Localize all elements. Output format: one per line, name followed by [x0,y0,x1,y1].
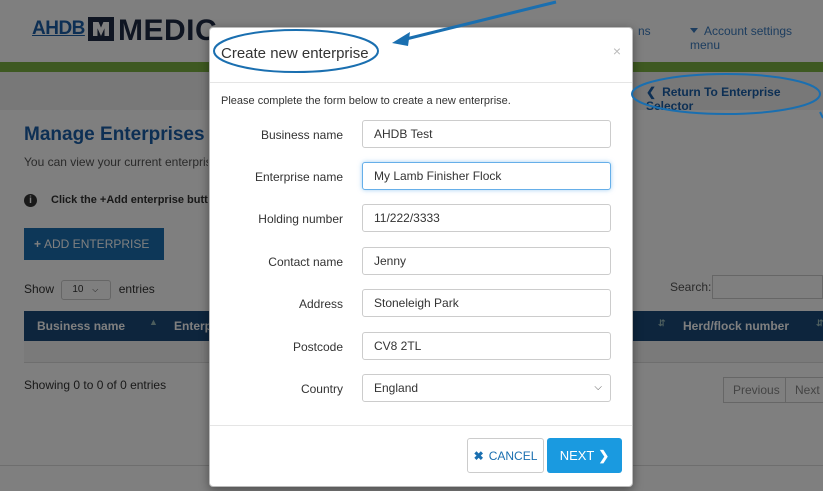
next-button[interactable]: NEXT ❯ [547,438,622,473]
country-label: Country [300,382,343,396]
business-name-input[interactable]: AHDB Test [362,120,611,148]
chevron-right-icon: ❯ [598,447,610,463]
country-value: England [374,381,419,395]
country-select[interactable]: England ⌵ [362,374,611,402]
create-enterprise-modal: Create new enterprise × Please complete … [209,27,633,487]
modal-title: Create new enterprise [221,45,369,62]
contact-name-input[interactable]: Jenny [362,247,611,275]
enterprise-name-input[interactable]: My Lamb Finisher Flock [362,162,611,190]
cancel-button[interactable]: ✖ CANCEL [467,438,544,473]
cancel-label: CANCEL [488,448,538,463]
modal-header-divider [210,82,632,83]
chevron-down-icon: ⌵ [594,382,602,393]
next-label: NEXT [559,447,595,463]
close-icon[interactable]: × [613,43,621,59]
address-label: Address [298,297,343,311]
enterprise-name-label: Enterprise name [254,170,343,184]
contact-name-label: Contact name [268,255,343,269]
address-input[interactable]: Stoneleigh Park [362,289,611,317]
modal-footer-divider [210,425,632,426]
holding-number-label: Holding number [258,212,343,226]
business-name-label: Business name [260,128,343,142]
modal-intro: Please complete the form below to create… [221,95,511,107]
holding-number-input[interactable]: 11/222/3333 [362,204,611,232]
postcode-label: Postcode [292,340,343,354]
postcode-input[interactable]: CV8 2TL [362,332,611,360]
x-icon: ✖ [473,448,484,463]
